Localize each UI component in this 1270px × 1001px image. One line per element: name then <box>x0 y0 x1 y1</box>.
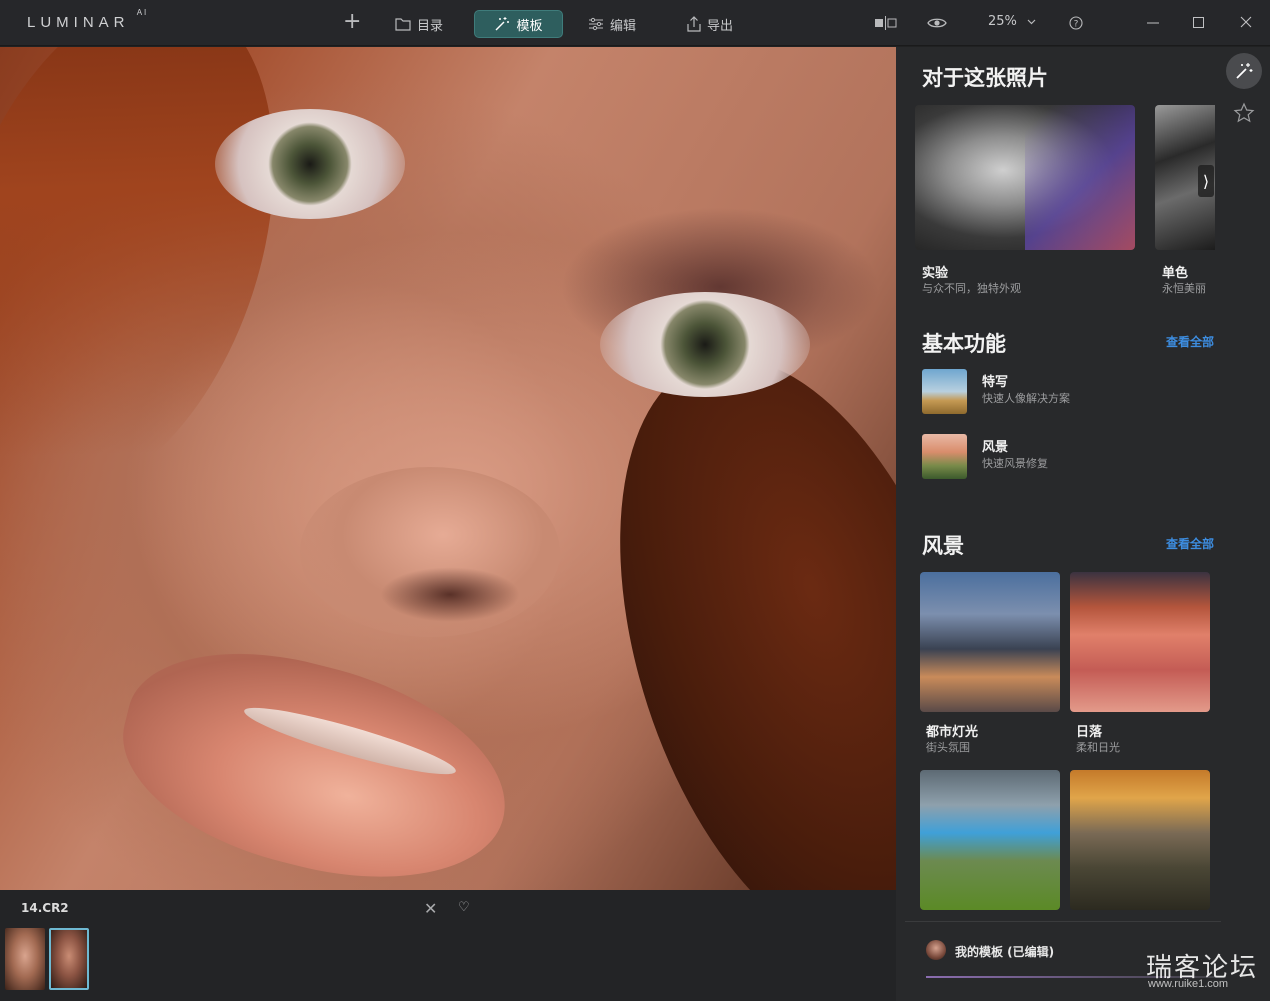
add-photos-button[interactable]: + <box>343 11 361 33</box>
logo-suffix: AI <box>136 8 149 17</box>
divider <box>905 921 1221 922</box>
feature-thumb-landscape[interactable] <box>922 434 967 479</box>
favorite-icon[interactable]: ♡ <box>458 900 470 915</box>
my-templates-label[interactable]: 我的模板 (已编辑) <box>955 943 1054 960</box>
watermark-url: www.ruike1.com <box>1148 978 1229 990</box>
photo-filename: 14.CR2 <box>21 901 69 915</box>
section-title-basics: 基本功能 <box>922 332 1006 356</box>
card-title: 日落 <box>1076 725 1103 740</box>
tab-catalog[interactable]: 目录 <box>385 10 453 38</box>
star-icon <box>1233 102 1255 123</box>
photo-hair-shadow <box>552 312 896 890</box>
close-icon[interactable] <box>1240 16 1252 28</box>
card-overlay <box>1025 105 1135 250</box>
photo-canvas[interactable] <box>0 47 896 890</box>
feature-subtitle: 快速风景修复 <box>982 457 1048 470</box>
section-title-landscape: 风景 <box>922 534 964 558</box>
reject-icon[interactable]: ✕ <box>424 899 437 918</box>
view-all-link[interactable]: 查看全部 <box>1166 535 1214 552</box>
favorites-button[interactable] <box>1226 95 1262 131</box>
svg-text:?: ? <box>1074 20 1079 30</box>
view-all-link[interactable]: 查看全部 <box>1166 333 1214 350</box>
avatar <box>926 940 946 960</box>
zoom-value: 25% <box>988 14 1017 29</box>
magic-wand-icon <box>1236 63 1253 79</box>
card-subtitle: 柔和日光 <box>1076 741 1120 754</box>
minimize-icon[interactable] <box>1147 22 1159 24</box>
card-subtitle: 与众不同，独特外观 <box>922 282 1021 295</box>
top-toolbar: LUMINAR AI + 目录 模板 编辑 导出 25% ? <box>0 0 1270 46</box>
tab-catalog-label: 目录 <box>417 18 444 34</box>
share-icon <box>687 16 701 32</box>
tab-edit[interactable]: 编辑 <box>578 10 646 38</box>
logo-text: LUMINAR <box>27 14 130 31</box>
template-card-sunset[interactable] <box>1070 572 1210 712</box>
help-icon[interactable]: ? <box>1069 16 1083 30</box>
card-title: 都市灯光 <box>926 725 979 740</box>
folder-icon <box>395 18 411 31</box>
tab-export-label: 导出 <box>707 18 734 34</box>
template-card-mountain[interactable] <box>1070 770 1210 910</box>
maximize-icon[interactable] <box>1193 17 1204 28</box>
feature-title[interactable]: 特写 <box>982 371 1008 390</box>
feature-thumb-portrait[interactable] <box>922 369 967 414</box>
card-subtitle: 街头氛围 <box>926 741 970 754</box>
card-title: 实验 <box>922 266 949 281</box>
filmstrip: 14.CR2 ✕ ♡ <box>0 890 896 1001</box>
eye-icon[interactable] <box>927 16 947 30</box>
carousel-next-button[interactable]: ⟩ <box>1198 165 1214 197</box>
feature-title[interactable]: 风景 <box>982 436 1008 455</box>
feature-subtitle: 快速人像解决方案 <box>982 392 1070 405</box>
photo-eye-right <box>600 292 810 397</box>
sliders-icon <box>589 17 603 31</box>
card-title: 单色 <box>1162 266 1189 281</box>
filmstrip-thumb-selected[interactable] <box>49 928 89 990</box>
chevron-down-icon <box>1027 19 1036 24</box>
app-logo: LUMINAR AI <box>27 8 148 31</box>
template-card-experimental[interactable] <box>915 105 1135 250</box>
template-card-city-lights[interactable] <box>920 572 1060 712</box>
magic-wand-icon <box>495 17 510 31</box>
photo-nostril <box>380 567 520 622</box>
filmstrip-thumb[interactable] <box>5 928 45 990</box>
photo-lips <box>101 622 529 890</box>
templates-panel: 对于这张照片 实验 与众不同，独特外观 ⟩ 单色 永恒美丽 基本功能 查看全部 … <box>896 47 1270 1001</box>
section-title-for-this-photo: 对于这张照片 <box>922 66 1048 90</box>
tab-templates-label: 模板 <box>516 18 543 34</box>
card-subtitle: 永恒美丽 <box>1162 282 1206 295</box>
tab-edit-label: 编辑 <box>610 18 637 34</box>
zoom-select[interactable]: 25% <box>988 14 1036 29</box>
photo-eye-left <box>215 109 405 219</box>
compare-icon[interactable] <box>874 16 898 30</box>
template-card-storm[interactable] <box>920 770 1060 910</box>
tab-export[interactable]: 导出 <box>677 10 743 38</box>
tab-templates[interactable]: 模板 <box>474 10 563 38</box>
magic-wand-button[interactable] <box>1226 53 1262 89</box>
